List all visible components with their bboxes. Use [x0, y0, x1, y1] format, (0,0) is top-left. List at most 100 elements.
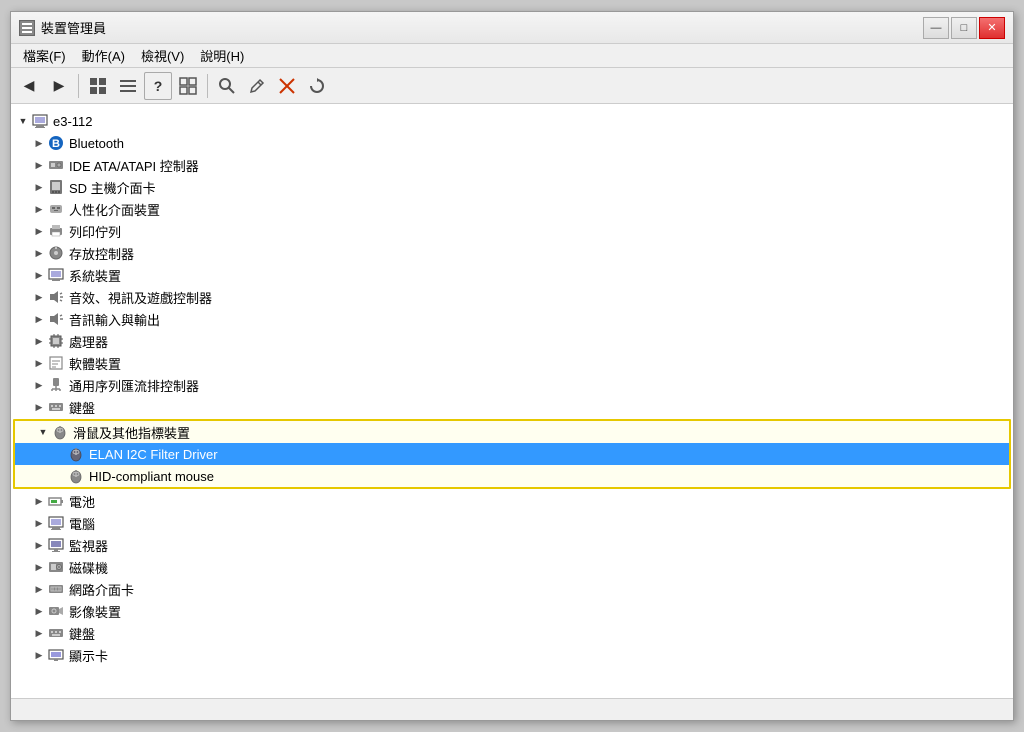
- battery-expand[interactable]: ▶: [31, 493, 47, 509]
- tree-keyboard2[interactable]: ▶ 鍵盤: [11, 622, 1013, 644]
- print-expand[interactable]: ▶: [31, 223, 47, 239]
- tree-bluetooth[interactable]: ▶ B Bluetooth: [11, 132, 1013, 154]
- soft-label: 軟體裝置: [69, 354, 121, 373]
- tree-elan[interactable]: ELAN I2C Filter Driver: [15, 443, 1009, 465]
- sd-expand[interactable]: ▶: [31, 179, 47, 195]
- forward-button[interactable]: ▶: [45, 72, 73, 100]
- audio-label: 音效、視訊及遊戲控制器: [69, 288, 212, 307]
- audio-expand[interactable]: ▶: [31, 289, 47, 305]
- toolbar-separator-1: [78, 74, 79, 98]
- close-button[interactable]: ✕: [979, 17, 1005, 39]
- device-tree: ▼ e3-112 ▶ B Bluetooth ▶ IDE A: [11, 108, 1013, 668]
- ide-icon: [47, 156, 65, 174]
- soft-icon: [47, 354, 65, 372]
- monitor-icon: [47, 536, 65, 554]
- mice-icon: [51, 423, 69, 441]
- disk-expand[interactable]: ▶: [31, 559, 47, 575]
- svg-text:B: B: [52, 138, 60, 150]
- toolbar-btn-4[interactable]: [114, 72, 142, 100]
- proc-expand[interactable]: ▶: [31, 333, 47, 349]
- tree-battery[interactable]: ▶ 電池: [11, 490, 1013, 512]
- tree-disk[interactable]: ▶ 磁碟機: [11, 556, 1013, 578]
- print-icon: [47, 222, 65, 240]
- ide-expand[interactable]: ▶: [31, 157, 47, 173]
- root-expand-arrow[interactable]: ▼: [15, 113, 31, 129]
- tree-storage[interactable]: ▶ 存放控制器: [11, 242, 1013, 264]
- root-label: e3-112: [53, 114, 93, 129]
- menu-action[interactable]: 動作(A): [74, 45, 133, 67]
- menu-file[interactable]: 檔案(F): [15, 45, 74, 67]
- display-expand[interactable]: ▶: [31, 647, 47, 663]
- tree-root[interactable]: ▼ e3-112: [11, 110, 1013, 132]
- toolbar-refresh-btn[interactable]: [303, 72, 331, 100]
- display-label: 顯示卡: [69, 646, 108, 665]
- maximize-button[interactable]: □: [951, 17, 977, 39]
- net-icon: [47, 580, 65, 598]
- tree-hidmouse[interactable]: HID-compliant mouse: [15, 465, 1009, 487]
- audio-icon: [47, 288, 65, 306]
- sys-label: 系統裝置: [69, 266, 121, 285]
- monitor-expand[interactable]: ▶: [31, 537, 47, 553]
- tree-sd[interactable]: ▶ SD 主機介面卡: [11, 176, 1013, 198]
- mice-expand[interactable]: ▼: [35, 424, 51, 440]
- tree-monitor[interactable]: ▶ 監視器: [11, 534, 1013, 556]
- keyboard1-expand[interactable]: ▶: [31, 399, 47, 415]
- tree-hid[interactable]: ▶ 人性化介面裝置: [11, 198, 1013, 220]
- tree-net[interactable]: ▶ 網路介面卡: [11, 578, 1013, 600]
- bluetooth-expand[interactable]: ▶: [31, 135, 47, 151]
- mice-group-highlight: ▼ 滑鼠及其他指標裝置 ELAN I2C Filter Driver: [13, 419, 1011, 489]
- keyboard2-expand[interactable]: ▶: [31, 625, 47, 641]
- monitor-label: 監視器: [69, 536, 108, 555]
- toolbar-delete-btn[interactable]: [273, 72, 301, 100]
- tree-audioinput[interactable]: ▶ 音訊輸入與輸出: [11, 308, 1013, 330]
- video-label: 影像裝置: [69, 602, 121, 621]
- tree-audio[interactable]: ▶ 音效、視訊及遊戲控制器: [11, 286, 1013, 308]
- toolbar-edit-btn[interactable]: [243, 72, 271, 100]
- disk-icon: [47, 558, 65, 576]
- tree-ide[interactable]: ▶ IDE ATA/ATAPI 控制器: [11, 154, 1013, 176]
- audioinput-expand[interactable]: ▶: [31, 311, 47, 327]
- video-icon: [47, 602, 65, 620]
- toolbar-search-btn[interactable]: [213, 72, 241, 100]
- tree-serial[interactable]: ▶ 通用序列匯流排控制器: [11, 374, 1013, 396]
- soft-expand[interactable]: ▶: [31, 355, 47, 371]
- device-tree-container[interactable]: ▼ e3-112 ▶ B Bluetooth ▶ IDE A: [11, 104, 1013, 698]
- tree-video[interactable]: ▶ 影像裝置: [11, 600, 1013, 622]
- sd-icon: [47, 178, 65, 196]
- tree-mice[interactable]: ▼ 滑鼠及其他指標裝置: [15, 421, 1009, 443]
- proc-icon: [47, 332, 65, 350]
- serial-icon: [47, 376, 65, 394]
- audioinput-icon: [47, 310, 65, 328]
- tree-print[interactable]: ▶ 列印佇列: [11, 220, 1013, 242]
- tree-computer[interactable]: ▶ 電腦: [11, 512, 1013, 534]
- status-bar: [11, 698, 1013, 720]
- storage-expand[interactable]: ▶: [31, 245, 47, 261]
- battery-icon: [47, 492, 65, 510]
- toolbar-help-btn[interactable]: ?: [144, 72, 172, 100]
- back-button[interactable]: ◀: [15, 72, 43, 100]
- sys-expand[interactable]: ▶: [31, 267, 47, 283]
- toolbar-separator-2: [207, 74, 208, 98]
- computer-label: 電腦: [69, 514, 95, 533]
- menu-view[interactable]: 檢視(V): [133, 45, 192, 67]
- ide-label: IDE ATA/ATAPI 控制器: [69, 156, 199, 175]
- minimize-button[interactable]: —: [923, 17, 949, 39]
- elan-icon: [67, 445, 85, 463]
- tree-proc[interactable]: ▶ 處理器: [11, 330, 1013, 352]
- tree-sys[interactable]: ▶ 系統裝置: [11, 264, 1013, 286]
- toolbar-btn-3[interactable]: [84, 72, 112, 100]
- computer-expand[interactable]: ▶: [31, 515, 47, 531]
- tree-display[interactable]: ▶ 顯示卡: [11, 644, 1013, 666]
- tree-keyboard1[interactable]: ▶ 鍵盤: [11, 396, 1013, 418]
- hid-expand[interactable]: ▶: [31, 201, 47, 217]
- menu-help[interactable]: 說明(H): [192, 45, 252, 67]
- hidmouse-label: HID-compliant mouse: [89, 469, 214, 484]
- toolbar-btn-6[interactable]: [174, 72, 202, 100]
- title-buttons: — □ ✕: [923, 17, 1005, 39]
- serial-expand[interactable]: ▶: [31, 377, 47, 393]
- video-expand[interactable]: ▶: [31, 603, 47, 619]
- disk-label: 磁碟機: [69, 558, 108, 577]
- display-icon: [47, 646, 65, 664]
- net-expand[interactable]: ▶: [31, 581, 47, 597]
- tree-soft[interactable]: ▶ 軟體裝置: [11, 352, 1013, 374]
